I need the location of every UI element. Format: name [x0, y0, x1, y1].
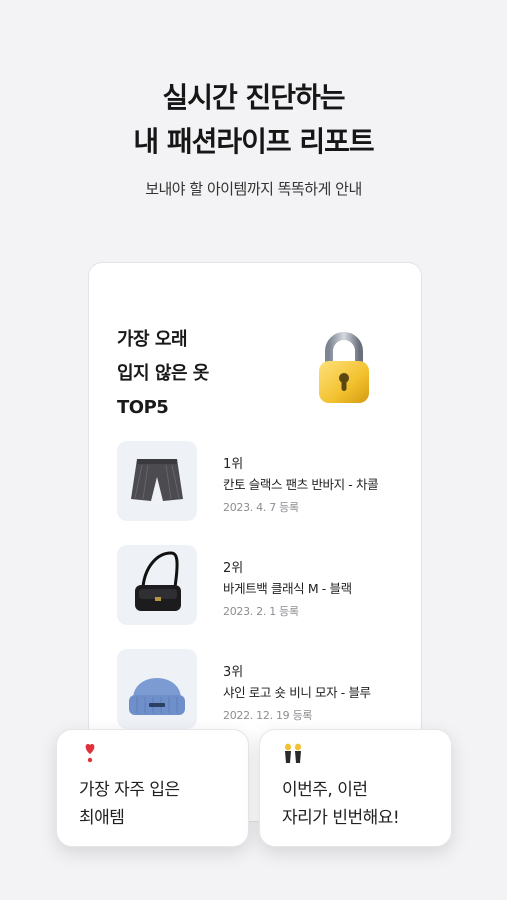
favorite-item-line-1: 가장 자주 입은 [79, 780, 180, 800]
heart-exclamation-icon [85, 744, 95, 763]
favorite-item-text: 가장 자주 입은 최애템 [79, 776, 180, 832]
page-subtitle: 보내야 할 아이템까지 똑똑하게 안내 [145, 180, 362, 198]
lock-icon [319, 332, 369, 403]
page-headline: 실시간 진단하는 내 패션라이프 리포트 [0, 76, 507, 164]
favorite-item-card[interactable]: 가장 자주 입은 최애템 [56, 729, 249, 847]
item-date: 2022. 12. 19 등록 [223, 709, 313, 722]
item-date: 2023. 2. 1 등록 [223, 605, 299, 618]
item-rank: 3위 [223, 665, 244, 680]
item-rank: 2위 [223, 561, 244, 576]
favorite-item-line-2: 최애템 [79, 808, 125, 828]
card-title-line-3: TOP5 [117, 397, 169, 418]
frequent-occasion-card[interactable]: 이번주, 이런 자리가 빈번해요! [259, 729, 452, 847]
page: 실시간 진단하는 내 패션라이프 리포트 보내야 할 아이템까지 똑똑하게 안내… [0, 0, 507, 900]
beanie-icon [117, 649, 197, 729]
list-item[interactable]: 1위 칸토 슬랙스 팬츠 반바지 - 차콜 2023. 4. 7 등록 [117, 441, 407, 521]
card-title-line-2: 입지 않은 옷 [117, 363, 209, 384]
handbag-icon [117, 545, 197, 625]
item-rank: 1위 [223, 457, 244, 472]
item-date: 2023. 4. 7 등록 [223, 501, 299, 514]
frequent-occasion-line-2: 자리가 빈번해요! [282, 808, 400, 828]
headline-line-1: 실시간 진단하는 [162, 81, 345, 114]
item-name: 칸토 슬랙스 팬츠 반바지 - 차콜 [223, 477, 379, 492]
list-item[interactable]: 3위 샤인 로고 숏 비니 모자 - 블루 2022. 12. 19 등록 [117, 649, 407, 729]
list-item[interactable]: 2위 바게트백 클래식 M - 블랙 2023. 2. 1 등록 [117, 545, 407, 625]
card-title: 가장 오래 입지 않은 옷 TOP5 [117, 323, 209, 425]
shorts-icon [117, 441, 197, 521]
frequent-occasion-line-1: 이번주, 이런 [282, 780, 368, 800]
item-name: 샤인 로고 숏 비니 모자 - 블루 [223, 685, 371, 700]
item-name: 바게트백 클래식 M - 블랙 [223, 581, 352, 596]
dancing-people-icon [285, 743, 301, 763]
frequent-occasion-text: 이번주, 이런 자리가 빈번해요! [282, 776, 400, 832]
headline-line-2: 내 패션라이프 리포트 [133, 125, 374, 158]
card-title-line-1: 가장 오래 [117, 329, 188, 350]
